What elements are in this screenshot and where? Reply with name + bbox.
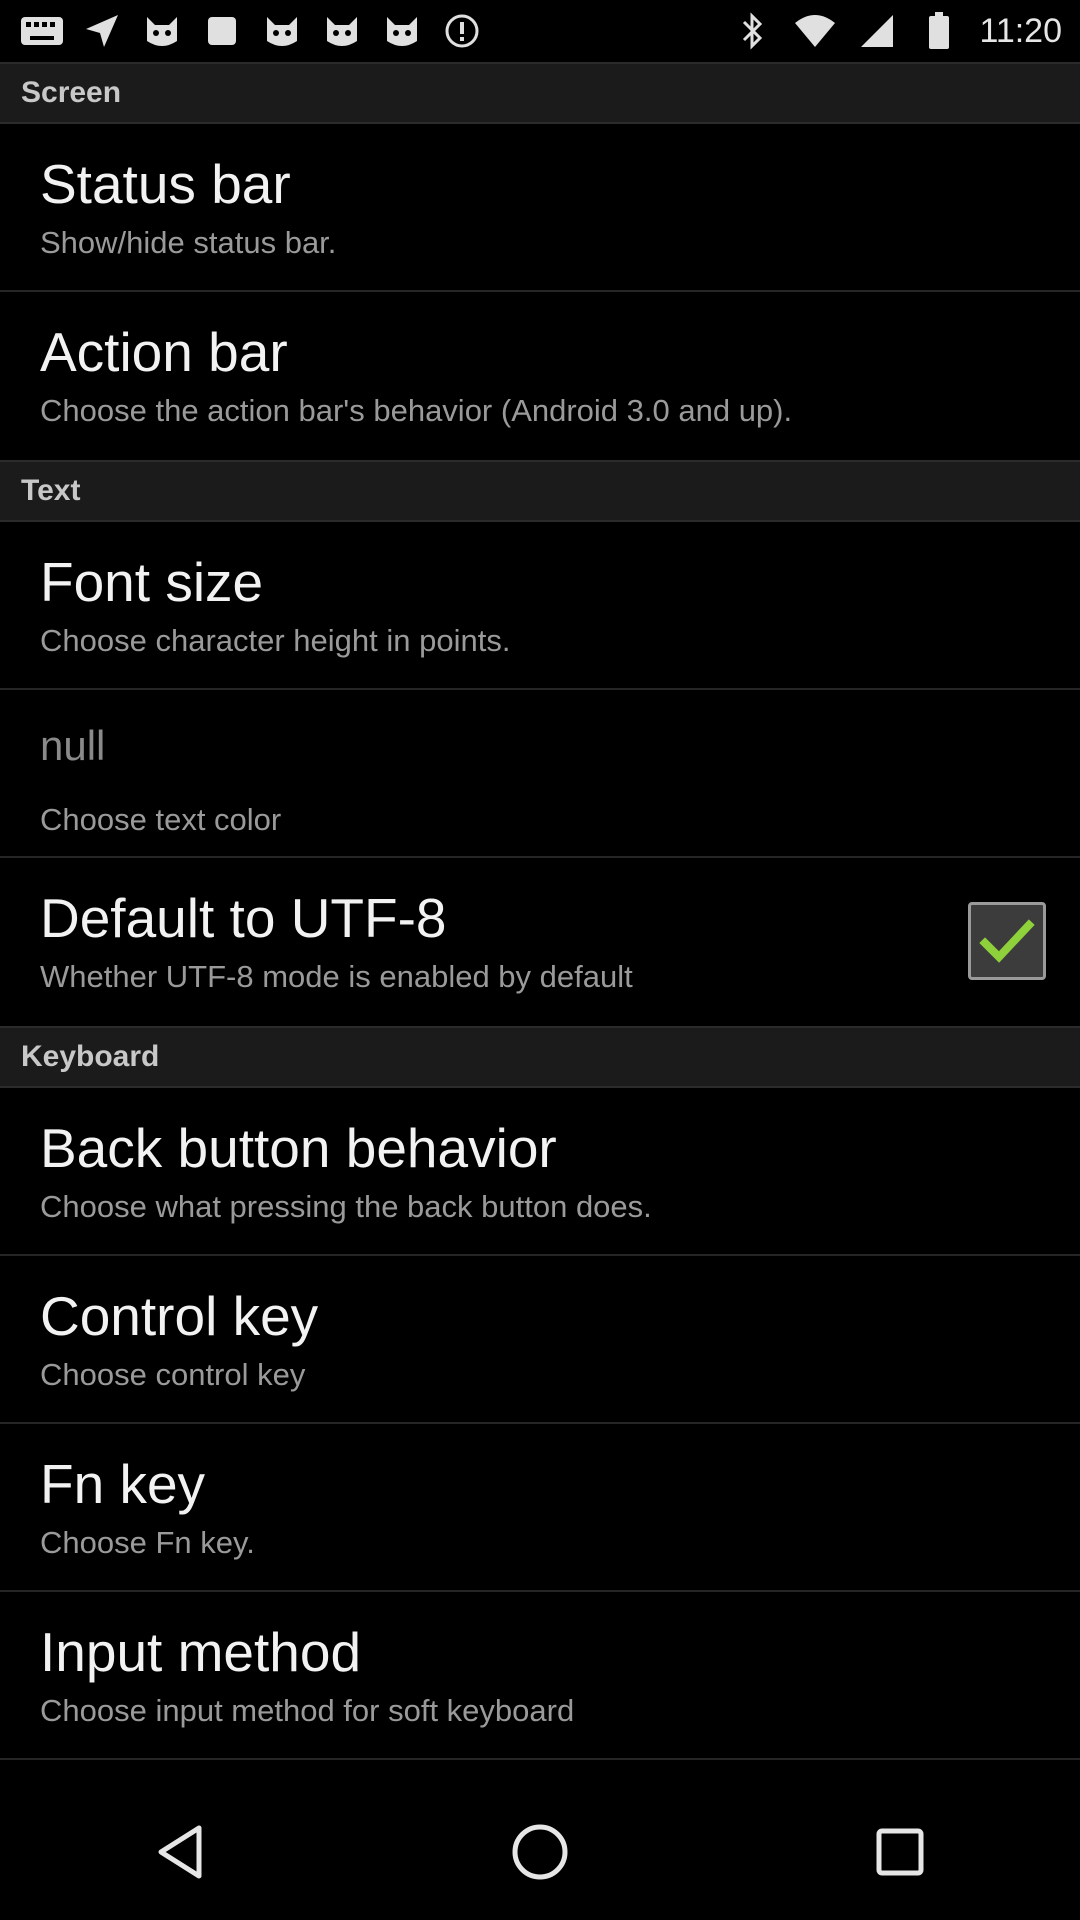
pref-action-bar[interactable]: Action bar Choose the action bar's behav…: [0, 292, 1080, 460]
pref-summary: Show/hide status bar.: [40, 225, 337, 260]
category-text: Text: [0, 460, 1080, 522]
pref-title: Input method: [40, 1621, 362, 1683]
notification-icons: [0, 11, 484, 51]
wifi-icon: [793, 11, 837, 51]
signal-icon: [855, 11, 899, 51]
pref-title: Action bar: [40, 321, 288, 383]
pref-back-button-behavior[interactable]: Back button behavior Choose what pressin…: [0, 1088, 1080, 1256]
pref-title: null: [40, 722, 106, 769]
system-icons: 11:20: [731, 11, 1080, 51]
cat-face-icon: [140, 11, 184, 51]
pref-control-key[interactable]: Control key Choose control key: [0, 1256, 1080, 1424]
navigation-bar: [0, 1784, 1080, 1920]
alert-icon: [440, 11, 484, 51]
category-label: Keyboard: [21, 1040, 160, 1073]
bluetooth-icon: [731, 11, 775, 51]
pref-summary: Choose Fn key.: [40, 1525, 255, 1560]
utf8-checkbox[interactable]: [968, 902, 1046, 980]
pref-title: Default to UTF-8: [40, 887, 447, 949]
category-screen: Screen: [0, 62, 1080, 124]
check-icon: [979, 919, 1035, 963]
pref-font-size[interactable]: Font size Choose character height in poi…: [0, 522, 1080, 690]
cat-face-icon: [320, 11, 364, 51]
clock: 11:20: [979, 11, 1062, 50]
pref-default-utf8[interactable]: Default to UTF-8 Whether UTF-8 mode is e…: [0, 858, 1080, 1026]
pref-title: Font size: [40, 551, 264, 613]
pref-summary: Choose the action bar's behavior (Androi…: [40, 393, 793, 428]
back-button[interactable]: [120, 1802, 240, 1902]
back-icon: [158, 1825, 202, 1879]
cat-face-icon: [380, 11, 424, 51]
category-keyboard: Keyboard: [0, 1026, 1080, 1088]
pref-fn-key[interactable]: Fn key Choose Fn key.: [0, 1424, 1080, 1592]
pref-summary: Choose control key: [40, 1357, 306, 1392]
home-button[interactable]: [480, 1802, 600, 1902]
pref-summary: Choose what pressing the back button doe…: [40, 1189, 652, 1224]
pref-status-bar[interactable]: Status bar Show/hide status bar.: [0, 124, 1080, 292]
navigation-arrow-icon: [80, 11, 124, 51]
square-icon: [200, 11, 244, 51]
pref-title: Status bar: [40, 153, 291, 215]
battery-icon: [917, 11, 961, 51]
category-label: Text: [21, 474, 81, 507]
pref-summary: Choose input method for soft keyboard: [40, 1693, 575, 1728]
keyboard-icon: [20, 11, 64, 51]
cat-face-icon: [260, 11, 304, 51]
home-icon: [512, 1824, 568, 1880]
recents-icon: [876, 1828, 924, 1876]
pref-text-color[interactable]: null Choose text color: [0, 690, 1080, 858]
pref-summary: Whether UTF-8 mode is enabled by default: [40, 959, 633, 994]
settings-list[interactable]: Screen Status bar Show/hide status bar. …: [0, 62, 1080, 1760]
recents-button[interactable]: [840, 1802, 960, 1902]
pref-input-method[interactable]: Input method Choose input method for sof…: [0, 1592, 1080, 1760]
pref-title: Control key: [40, 1285, 319, 1347]
status-bar: 11:20: [0, 0, 1080, 62]
pref-summary: Choose text color: [40, 802, 282, 837]
pref-title: Back button behavior: [40, 1117, 557, 1179]
pref-title: Fn key: [40, 1453, 206, 1515]
pref-summary: Choose character height in points.: [40, 623, 511, 658]
category-label: Screen: [21, 76, 122, 109]
